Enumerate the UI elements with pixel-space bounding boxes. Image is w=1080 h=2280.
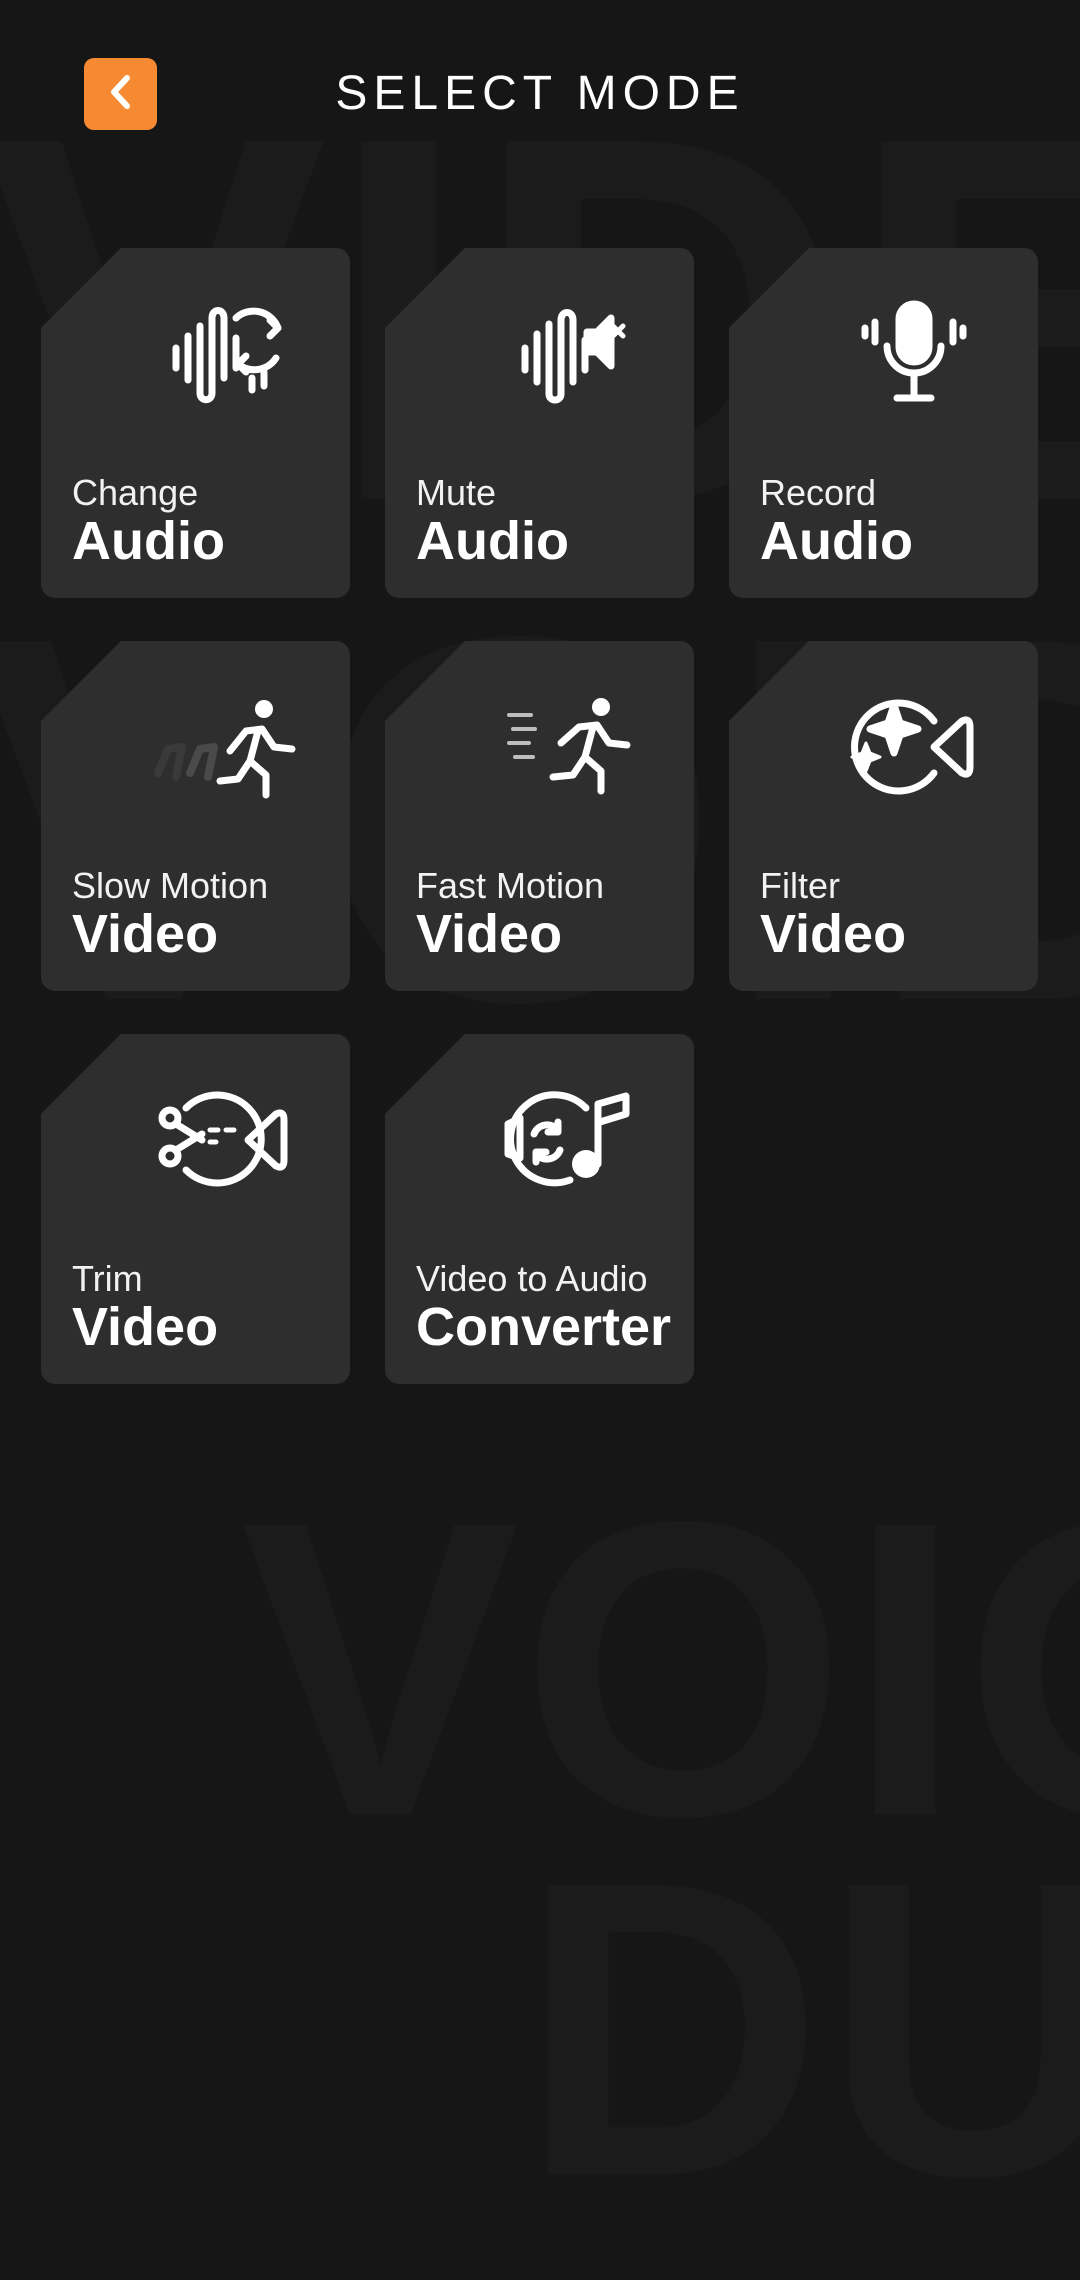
select-mode-screen: VIDEO VOID VOIO DUI SELECT MODE [0, 0, 1080, 2280]
mode-title: Converter [416, 1297, 672, 1357]
mode-card-filter-video[interactable]: Filter Video [729, 641, 1038, 991]
mode-title: Audio [760, 511, 913, 571]
mode-card-fast-motion-video[interactable]: Fast Motion Video [385, 641, 694, 991]
fast-motion-runner-icon [495, 691, 645, 801]
mode-title: Video [72, 1297, 219, 1357]
slow-motion-runner-icon [151, 691, 301, 801]
mode-card-slow-motion-video[interactable]: Slow Motion Video [41, 641, 350, 991]
mode-title: Video [416, 904, 563, 964]
mode-subtitle: Trim [72, 1258, 143, 1299]
header: SELECT MODE [0, 0, 1080, 190]
mode-title: Video [72, 904, 219, 964]
mode-title: Audio [72, 511, 225, 571]
mode-card-trim-video[interactable]: Trim Video [41, 1034, 350, 1384]
mode-title: Video [760, 904, 907, 964]
mode-card-mute-audio[interactable]: Mute Audio [385, 248, 694, 598]
change-audio-icon [151, 298, 301, 408]
mode-subtitle: Slow Motion [72, 865, 269, 906]
video-to-audio-converter-icon [495, 1084, 645, 1194]
mute-audio-icon [495, 298, 645, 408]
mode-card-change-audio[interactable]: Change Audio [41, 248, 350, 598]
microphone-icon [839, 298, 989, 408]
mode-subtitle: Mute [416, 472, 497, 513]
background-watermark: VOIO [240, 1435, 1080, 1904]
page-title: SELECT MODE [335, 67, 745, 120]
mode-card-record-audio[interactable]: Record Audio [729, 248, 1038, 598]
filter-sparkle-camera-icon [839, 691, 989, 801]
background-watermark: DUI [520, 1795, 1080, 2264]
mode-subtitle: Change [72, 472, 199, 513]
mode-subtitle: Fast Motion [416, 865, 605, 906]
mode-card-video-to-audio-converter[interactable]: Video to Audio Converter [385, 1034, 694, 1384]
mode-subtitle: Video to Audio [416, 1258, 648, 1299]
mode-title: Audio [416, 511, 569, 571]
trim-scissors-camera-icon [151, 1084, 301, 1194]
mode-subtitle: Filter [760, 865, 840, 906]
mode-subtitle: Record [760, 472, 877, 513]
